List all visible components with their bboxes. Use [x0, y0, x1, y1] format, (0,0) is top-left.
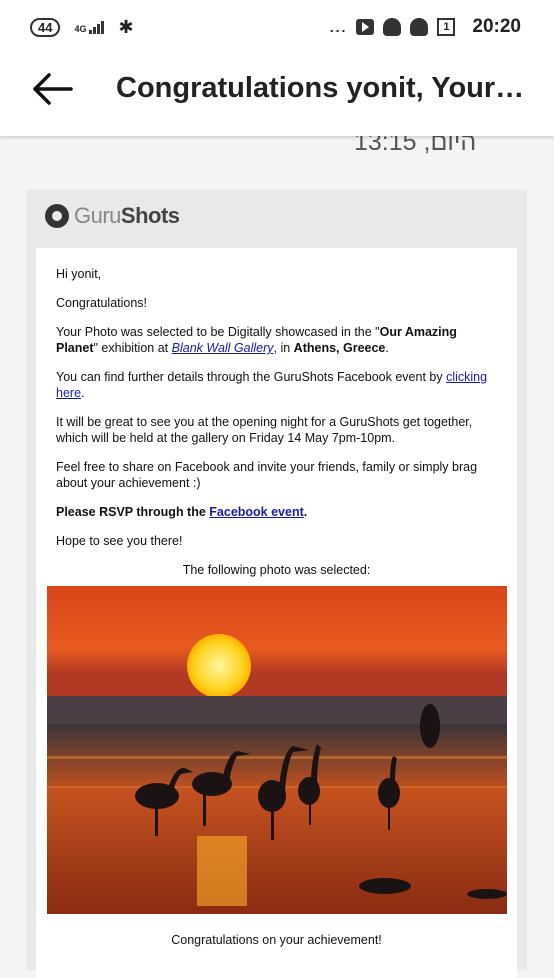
gallery-link[interactable]: Blank Wall Gallery — [172, 341, 274, 355]
sun — [187, 634, 251, 698]
clock: 20:20 — [472, 16, 521, 37]
calendar-icon: 1 — [437, 18, 456, 36]
greeting: Hi yonit, — [56, 267, 102, 281]
selection-paragraph: Your Photo was selected to be Digitally … — [56, 325, 457, 355]
details-paragraph: You can find further details through the… — [56, 370, 488, 400]
gurushots-logo: GuruShots — [45, 203, 180, 229]
aperture-icon — [45, 204, 69, 228]
snapchat-icon — [383, 18, 402, 36]
facebook-event-link[interactable]: Facebook event — [209, 505, 303, 519]
app-header: Congratulations yonit, Your ... — [0, 56, 554, 136]
page-title: Congratulations yonit, Your ... — [116, 72, 526, 104]
closing-text: Hope to see you there! — [56, 534, 183, 548]
photo-intro: The following photo was selected: — [182, 563, 371, 577]
email-body: GuruShots Hi yonit, Congratulations! You… — [27, 190, 527, 978]
rsvp-paragraph: Please RSVP through the Facebook event. — [56, 505, 308, 519]
status-bar: 44 4G ✱ ... 1 20:20 — [0, 0, 554, 56]
achievement-caption: Congratulations on your achievement! — [171, 933, 382, 947]
snapchat-icon-2 — [410, 18, 429, 36]
status-right: ... 1 20:20 — [330, 16, 521, 38]
selected-photo — [47, 586, 507, 914]
share-paragraph: Feel free to share on Facebook and invit… — [56, 460, 478, 490]
opening-night-paragraph: It will be great to see you at the openi… — [56, 415, 473, 445]
back-arrow-icon[interactable] — [31, 72, 73, 106]
logo-text: GuruShots — [74, 203, 180, 228]
signal-icon: 4G — [74, 21, 105, 34]
battery-indicator: 44 — [30, 18, 61, 37]
email-card: Hi yonit, Congratulations! Your Photo wa… — [36, 248, 517, 978]
congrats-text: Congratulations! — [56, 296, 148, 310]
network-label: 4G — [74, 24, 87, 34]
youtube-icon — [356, 19, 375, 35]
more-notifications-icon: ... — [329, 19, 348, 35]
status-left: 44 4G ✱ — [30, 17, 134, 38]
bluetooth-icon: ✱ — [118, 17, 134, 37]
